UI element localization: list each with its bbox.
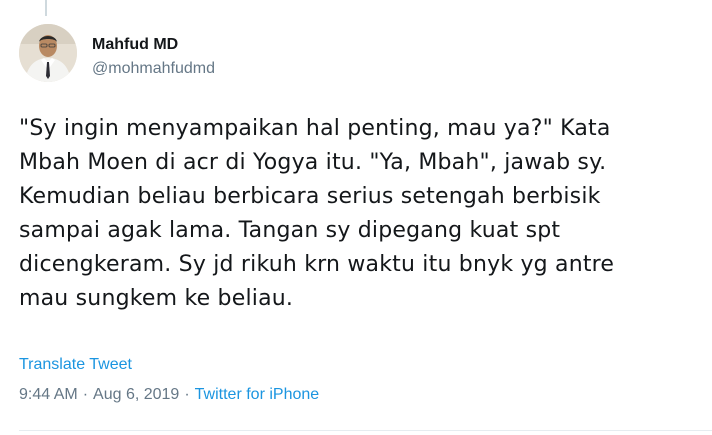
- tweet-text-line: sampai agak lama. Tangan sy dipegang kua…: [19, 218, 561, 243]
- tweet-date[interactable]: Aug 6, 2019: [93, 386, 179, 403]
- tweet-text-line: "Sy ingin menyampaikan hal penting, mau …: [19, 116, 611, 141]
- meta-separator: ·: [184, 386, 190, 403]
- tweet-text-line: Kemudian beliau berbicara serius setenga…: [19, 184, 601, 209]
- translate-tweet-link[interactable]: Translate Tweet: [19, 356, 132, 374]
- tweet-text-line: mau sungkem ke beliau.: [19, 286, 294, 311]
- tweet-metadata: 9:44 AM · Aug 6, 2019 · Twitter for iPhone: [19, 386, 319, 404]
- tweet-text-line: Mbah Moen di acr di Yogya itu. "Ya, Mbah…: [19, 150, 607, 175]
- tweet-time[interactable]: 9:44 AM: [19, 386, 78, 403]
- tweet-text-line: dicengkeram. Sy jd rikuh krn waktu itu b…: [19, 252, 615, 277]
- thread-connector-line: [45, 0, 47, 16]
- divider: [19, 430, 712, 431]
- avatar[interactable]: [19, 24, 77, 82]
- tweet-text: "Sy ingin menyampaikan hal penting, mau …: [19, 112, 699, 316]
- avatar-image: [19, 24, 77, 82]
- meta-separator: ·: [82, 386, 89, 403]
- user-display-name[interactable]: Mahfud MD: [92, 36, 178, 54]
- user-handle[interactable]: @mohmahfudmd: [92, 60, 215, 78]
- tweet-source-link[interactable]: Twitter for iPhone: [195, 386, 320, 403]
